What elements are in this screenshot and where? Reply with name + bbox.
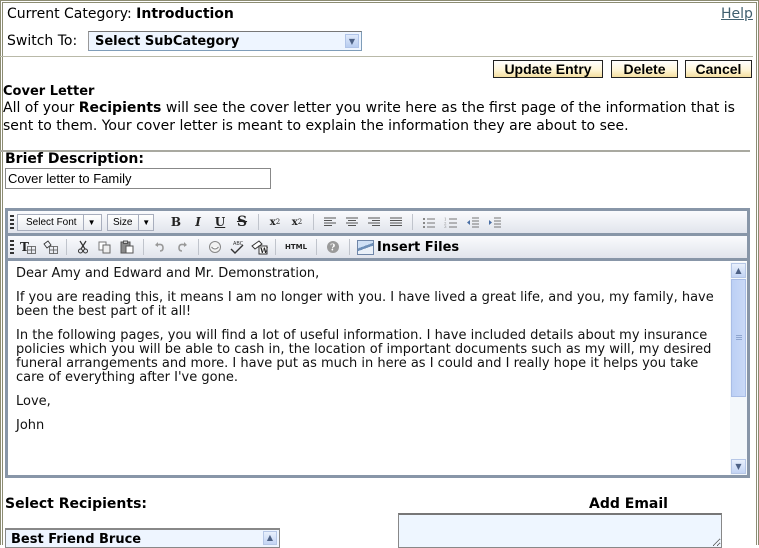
- recipients-list[interactable]: Best Friend Bruce ▲: [5, 528, 280, 548]
- editor-content[interactable]: Dear Amy and Edward and Mr. Demonstratio…: [8, 261, 730, 475]
- html-source-icon[interactable]: HTML: [281, 238, 311, 256]
- editor-scrollbar[interactable]: ▲ ▼: [730, 262, 747, 475]
- svg-text:3: 3: [444, 224, 447, 228]
- image-icon: [357, 239, 374, 255]
- cover-letter-description: All of your Recipients will see the cove…: [3, 99, 748, 135]
- svg-text:W: W: [259, 246, 268, 255]
- font-dropdown[interactable]: Select Font ▼: [17, 213, 102, 231]
- chevron-down-icon[interactable]: ▼: [345, 34, 359, 48]
- toolbar-separator: [258, 214, 259, 230]
- cover-letter-title: Cover Letter: [3, 84, 95, 99]
- brief-description-input[interactable]: [5, 168, 271, 189]
- outdent-icon[interactable]: [462, 213, 484, 231]
- numbered-list-icon[interactable]: 123: [440, 213, 462, 231]
- desc-text: All of your: [3, 100, 79, 116]
- align-center-icon[interactable]: [341, 213, 363, 231]
- toolbar-separator: [349, 239, 350, 255]
- size-dropdown[interactable]: Size ▼: [107, 213, 154, 231]
- cut-icon[interactable]: [72, 238, 94, 256]
- recipient-option[interactable]: Best Friend Bruce: [11, 532, 141, 547]
- justify-icon[interactable]: [385, 213, 407, 231]
- svg-text:?: ?: [330, 244, 335, 254]
- superscript-icon[interactable]: x2: [286, 213, 308, 231]
- toolbar-separator: [198, 239, 199, 255]
- letter-paragraph: John: [16, 418, 45, 433]
- bulleted-list-icon[interactable]: [418, 213, 440, 231]
- toolbar-separator: [143, 239, 144, 255]
- divider: [0, 56, 753, 57]
- toolbar-separator: [412, 214, 413, 230]
- delete-button[interactable]: Delete: [611, 60, 678, 78]
- switch-to-label: Switch To:: [7, 33, 78, 49]
- editor-toolbar-formatting: Select Font ▼ Size ▼ B I U S x2 x2 123: [8, 211, 747, 236]
- toolbar-grip-handle[interactable]: [10, 240, 14, 254]
- subscript-icon[interactable]: x2: [264, 213, 286, 231]
- update-entry-button[interactable]: Update Entry: [493, 60, 603, 78]
- bold-icon[interactable]: B: [165, 213, 187, 231]
- brief-description-label: Brief Description:: [5, 151, 144, 167]
- underline-icon[interactable]: U: [209, 213, 231, 231]
- strikethrough-icon[interactable]: S: [231, 213, 253, 231]
- current-category: Current Category: Introduction: [7, 6, 234, 22]
- copy-icon[interactable]: [94, 238, 116, 256]
- redo-icon[interactable]: [171, 238, 193, 256]
- current-category-label: Current Category:: [7, 6, 132, 22]
- scroll-down-icon[interactable]: ▼: [731, 459, 746, 474]
- help-link[interactable]: Help: [721, 6, 753, 22]
- align-left-icon[interactable]: [319, 213, 341, 231]
- indent-icon[interactable]: [484, 213, 506, 231]
- current-category-value: Introduction: [136, 6, 234, 22]
- toolbar-separator: [66, 239, 67, 255]
- letter-paragraph: If you are reading this, it means I am n…: [16, 290, 714, 319]
- insert-files-button[interactable]: Insert Files: [357, 239, 460, 255]
- paste-from-word-icon[interactable]: W: [248, 238, 270, 256]
- undo-icon[interactable]: [149, 238, 171, 256]
- emoticon-icon[interactable]: [204, 238, 226, 256]
- size-dropdown-label: Size: [113, 216, 133, 228]
- chevron-down-icon: ▼: [138, 214, 153, 230]
- toolbar-grip-handle[interactable]: [10, 215, 14, 229]
- chevron-down-icon: ▼: [82, 214, 100, 230]
- align-right-icon[interactable]: [363, 213, 385, 231]
- select-recipients-label: Select Recipients:: [5, 496, 148, 512]
- letter-paragraph: Dear Amy and Edward and Mr. Demonstratio…: [16, 266, 320, 281]
- letter-paragraph: In the following pages, you will find a …: [16, 328, 712, 385]
- toolbar-separator: [313, 214, 314, 230]
- scrollbar-thumb[interactable]: [731, 279, 746, 397]
- italic-icon[interactable]: I: [187, 213, 209, 231]
- toolbar-separator: [316, 239, 317, 255]
- subcategory-select[interactable]: Select SubCategory ▼: [88, 31, 362, 51]
- desc-recipients: Recipients: [78, 100, 162, 116]
- cancel-button[interactable]: Cancel: [685, 60, 752, 78]
- editor-toolbar-insert: T ABC W HTML ? Insert Files: [8, 236, 747, 261]
- spell-check-icon[interactable]: ABC: [226, 238, 248, 256]
- paste-icon[interactable]: [116, 238, 138, 256]
- subcategory-select-value: Select SubCategory: [95, 34, 240, 49]
- insert-table-icon[interactable]: T: [17, 238, 39, 256]
- scroll-up-icon[interactable]: ▲: [263, 531, 277, 545]
- help-icon[interactable]: ?: [322, 238, 344, 256]
- email-recipients-input[interactable]: [398, 513, 722, 548]
- scroll-up-icon[interactable]: ▲: [731, 263, 746, 278]
- table-properties-icon[interactable]: [39, 238, 61, 256]
- font-dropdown-label: Select Font: [26, 216, 77, 228]
- insert-files-label: Insert Files: [377, 239, 460, 255]
- letter-paragraph: Love,: [16, 394, 51, 409]
- rich-text-editor: Select Font ▼ Size ▼ B I U S x2 x2 123 T: [5, 208, 750, 478]
- toolbar-separator: [275, 239, 276, 255]
